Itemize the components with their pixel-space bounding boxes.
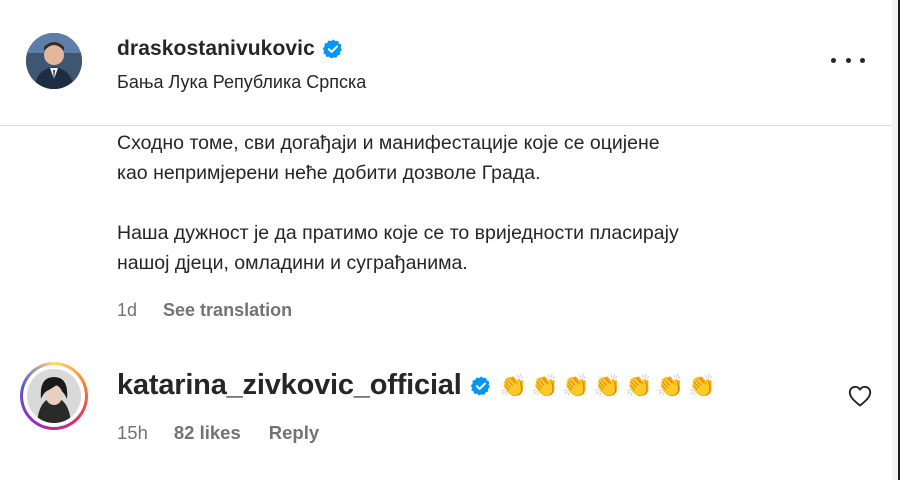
caption-time: 1d xyxy=(117,300,138,320)
post-caption: Сходно томе, сви догађаји и манифестациј… xyxy=(117,128,857,278)
comment-likes[interactable]: 82 likes xyxy=(174,422,241,444)
commenter-username[interactable]: katarina_zivkovic_official xyxy=(117,369,462,402)
verified-badge-icon xyxy=(470,375,490,396)
author-username[interactable]: draskostanivukovic xyxy=(117,37,315,61)
caption-line: Наша дужност је да пратимо које се то вр… xyxy=(117,222,679,244)
dot-icon xyxy=(860,57,865,63)
comment-row: katarina_zivkovic_official 👏👏👏👏👏👏👏 xyxy=(117,369,719,402)
verified-badge-icon xyxy=(322,39,342,59)
comment-text: 👏👏👏👏👏👏👏 xyxy=(499,372,720,398)
caption-line: као непримјерени неће добити дозволе Гра… xyxy=(117,162,541,184)
profile-photo-icon xyxy=(27,369,81,423)
commenter-story-ring[interactable] xyxy=(20,362,88,430)
comment-time: 15h xyxy=(117,422,148,443)
post-location[interactable]: Бања Лука Република Српска xyxy=(117,72,366,93)
caption-line: Сходно томе, сви догађаји и манифестациј… xyxy=(117,132,660,154)
see-translation-button[interactable]: See translation xyxy=(163,300,292,321)
commenter-avatar xyxy=(27,369,81,423)
author-name-row: draskostanivukovic xyxy=(117,37,344,61)
dot-icon xyxy=(845,57,851,63)
caption-meta: 1d See translation xyxy=(117,300,292,321)
more-options-icon[interactable] xyxy=(831,52,865,68)
like-heart-icon[interactable] xyxy=(848,385,872,407)
profile-photo-icon xyxy=(26,33,82,89)
reply-button[interactable]: Reply xyxy=(269,422,319,444)
comment-meta: 15h 82 likes Reply xyxy=(117,422,319,444)
post-header: draskostanivukovic Бања Лука Република С… xyxy=(0,0,892,126)
caption-line: нашој дјеци, омладини и суграђанима. xyxy=(117,252,468,274)
author-avatar[interactable] xyxy=(26,33,82,89)
dot-icon xyxy=(831,57,836,63)
